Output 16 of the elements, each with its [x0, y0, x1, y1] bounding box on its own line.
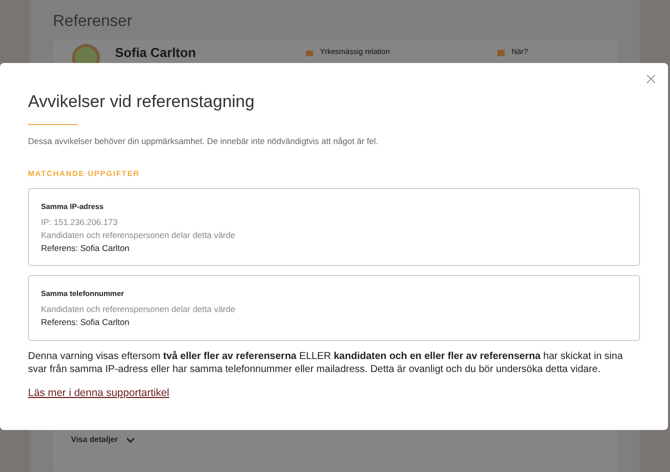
match-value: IP: 151.236.206.173 [41, 216, 119, 229]
modal-title: Avvikelser vid referenstagning [28, 91, 256, 113]
reference-name: Sofia Carlton [115, 45, 197, 60]
details-toggle[interactable]: Visa detaljer [71, 435, 135, 444]
close-icon [646, 74, 656, 84]
match-note: Kandidaten och referenspersonen delar detta värde [41, 229, 236, 242]
match-reference: Referens: Sofia Carlton [41, 316, 130, 329]
modal-description: Dessa avvikelser behöver din uppmärksamhet. De innebär inte nödvändigtvis att något är fel. [28, 135, 380, 147]
chevron-icon [126, 436, 135, 442]
explanation-text: Denna varning visas eftersom två eller fler av referenserna ELLER kandidaten och en eller fler av referenserna har skickat in sina svar från samma IP-adress eller har samma telefonnummer eller mailadress. Detta är ovanligt och du bör undersöka detta vidare. [28, 350, 624, 376]
page-title: Referenser [53, 12, 132, 32]
match-reference: Referens: Sofia Carlton [41, 242, 130, 255]
support-link[interactable]: Läs mer i denna supportartikel [28, 387, 170, 399]
title-underline [28, 124, 78, 125]
match-note: Kandidaten och referenspersonen delar detta värde [41, 303, 236, 316]
close-button[interactable] [646, 74, 656, 84]
